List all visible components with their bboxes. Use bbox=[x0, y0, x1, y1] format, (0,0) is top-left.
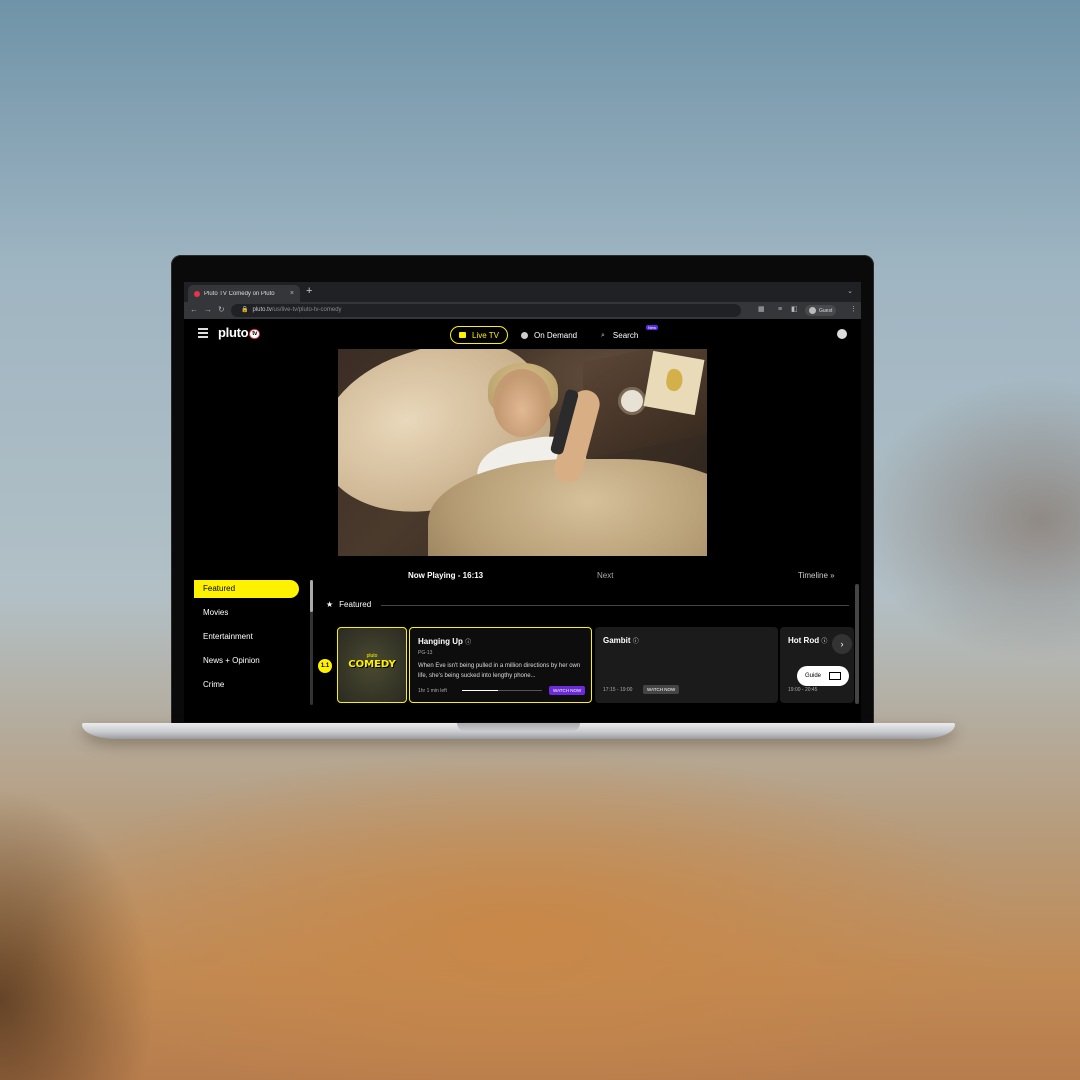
qr-code-icon[interactable]: ▦ bbox=[758, 305, 765, 315]
timeline-label: Timeline bbox=[798, 571, 828, 580]
logo-text: pluto bbox=[218, 325, 249, 340]
tab-close-icon[interactable]: × bbox=[290, 290, 294, 297]
new-tab-button[interactable]: + bbox=[306, 286, 312, 297]
double-chevron-right-icon: » bbox=[830, 571, 835, 580]
program-card-current[interactable]: Hanging Up ⓘ PG-13 When Eve isn't being … bbox=[409, 627, 592, 703]
on-demand-icon bbox=[521, 332, 528, 339]
tab-title: Pluto TV Comedy on Pluto bbox=[204, 290, 275, 297]
program-progress-bar bbox=[462, 690, 542, 691]
sidebar-scrollbar[interactable] bbox=[310, 580, 313, 705]
time-left: 1hr 1 min left bbox=[418, 688, 447, 694]
info-icon: ⓘ bbox=[632, 639, 639, 645]
logo-badge: tv bbox=[249, 329, 261, 339]
next-label: Next bbox=[597, 571, 614, 580]
address-bar[interactable]: 🔒 pluto.tv/us/live-tv/pluto-tv-comedy bbox=[231, 304, 741, 317]
laptop-notch bbox=[457, 723, 580, 731]
user-account-icon[interactable] bbox=[837, 329, 847, 339]
live-tv-tab[interactable]: Live TV bbox=[450, 326, 508, 344]
sidebar-item-movies[interactable]: Movies bbox=[194, 604, 299, 622]
on-demand-tab[interactable]: On Demand bbox=[521, 331, 577, 340]
live-tv-icon bbox=[459, 332, 466, 338]
reload-icon[interactable]: ↻ bbox=[218, 305, 225, 315]
sidebar-item-featured[interactable]: Featured bbox=[194, 580, 299, 598]
watch-now-button[interactable]: WATCH NOW bbox=[643, 685, 680, 694]
browser-tab-bar: Pluto TV Comedy on Pluto × + ⌄ bbox=[184, 282, 861, 302]
channel-thumbnail[interactable]: pluto COMEDY bbox=[337, 627, 407, 703]
category-sidebar: Featured Movies Entertainment News + Opi… bbox=[194, 580, 299, 700]
profile-button[interactable]: Guest bbox=[805, 305, 837, 316]
forward-icon[interactable]: → bbox=[204, 305, 212, 315]
profile-label: Guest bbox=[819, 307, 833, 314]
program-title: Hanging Up ⓘ bbox=[418, 637, 472, 646]
program-card-next[interactable]: Gambit ⓘ 17:15 - 19:00 WATCH NOW bbox=[595, 627, 778, 703]
program-title: Gambit ⓘ bbox=[603, 636, 639, 645]
laptop-screen: Pluto TV Comedy on Pluto × + ⌄ ← → ↻ 🔒 pl… bbox=[184, 282, 861, 722]
on-demand-label: On Demand bbox=[534, 331, 578, 340]
sidebar-item-news-opinion[interactable]: News + Opinion bbox=[194, 652, 299, 670]
sidebar-item-entertainment[interactable]: Entertainment bbox=[194, 628, 299, 646]
guide-icon bbox=[829, 672, 842, 680]
section-divider bbox=[381, 605, 849, 606]
program-time: 17:15 - 19:00 bbox=[603, 687, 633, 693]
reading-list-icon[interactable]: ≡ bbox=[778, 305, 782, 315]
video-player[interactable] bbox=[338, 349, 707, 556]
video-frame-face bbox=[493, 369, 551, 437]
video-frame-clock bbox=[618, 387, 646, 415]
star-icon: ★ bbox=[326, 600, 334, 609]
search-label: Search bbox=[612, 331, 639, 340]
thumbnail-title: COMEDY bbox=[348, 659, 396, 670]
channel-number-badge: 1.1 bbox=[318, 659, 332, 673]
featured-label: Featured bbox=[339, 600, 372, 609]
back-icon[interactable]: ← bbox=[190, 305, 198, 315]
info-icon: ⓘ bbox=[821, 639, 828, 645]
hamburger-menu-icon[interactable] bbox=[198, 328, 208, 340]
browser-toolbar: ← → ↻ 🔒 pluto.tv/us/live-tv/pluto-tv-come… bbox=[184, 302, 861, 319]
browser-tab[interactable]: Pluto TV Comedy on Pluto × bbox=[188, 285, 300, 302]
info-icon: ⓘ bbox=[465, 640, 472, 646]
url-path: /us/live-tv/pluto-tv-comedy bbox=[271, 307, 342, 313]
channel-row: pluto COMEDY Hanging Up ⓘ PG-13 When Eve… bbox=[337, 627, 854, 704]
tab-search-icon[interactable]: ⌄ bbox=[847, 287, 853, 295]
browser-menu-icon[interactable]: ⋮ bbox=[850, 305, 857, 315]
featured-section-header: ★ Featured bbox=[326, 600, 371, 609]
pluto-logo[interactable]: pluto tv bbox=[218, 325, 261, 340]
guide-label: Guide bbox=[805, 673, 822, 679]
new-badge: New bbox=[646, 325, 659, 330]
video-frame-book bbox=[643, 350, 705, 416]
sidebar-item-crime[interactable]: Crime bbox=[194, 676, 299, 694]
timeline-button[interactable]: Timeline » bbox=[798, 571, 835, 580]
search-tab[interactable]: ⌕ Search bbox=[601, 331, 638, 340]
program-time: 19:00 - 20:45 bbox=[788, 687, 818, 693]
lock-icon: 🔒 bbox=[241, 307, 249, 313]
pluto-header: pluto tv Live TV On Demand ⌕ Search New bbox=[184, 319, 861, 349]
program-title: Hot Rod ⓘ bbox=[788, 636, 828, 645]
scroll-right-button[interactable]: › bbox=[832, 634, 852, 654]
pluto-favicon-icon bbox=[194, 290, 200, 297]
live-tv-label: Live TV bbox=[472, 330, 499, 340]
search-icon: ⌕ bbox=[601, 331, 605, 339]
program-rating: PG-13 bbox=[418, 650, 433, 656]
side-panel-icon[interactable]: ◧ bbox=[791, 305, 798, 315]
watch-now-button[interactable]: WATCH NOW bbox=[549, 686, 586, 695]
program-description: When Eve isn't being pulled in a million… bbox=[418, 663, 581, 679]
url-host: pluto.tv bbox=[252, 307, 272, 313]
avatar-icon bbox=[809, 307, 816, 314]
now-playing-label: Now Playing - 16:13 bbox=[408, 571, 484, 580]
guide-scrollbar[interactable] bbox=[855, 584, 859, 704]
guide-button[interactable]: Guide bbox=[797, 666, 850, 686]
